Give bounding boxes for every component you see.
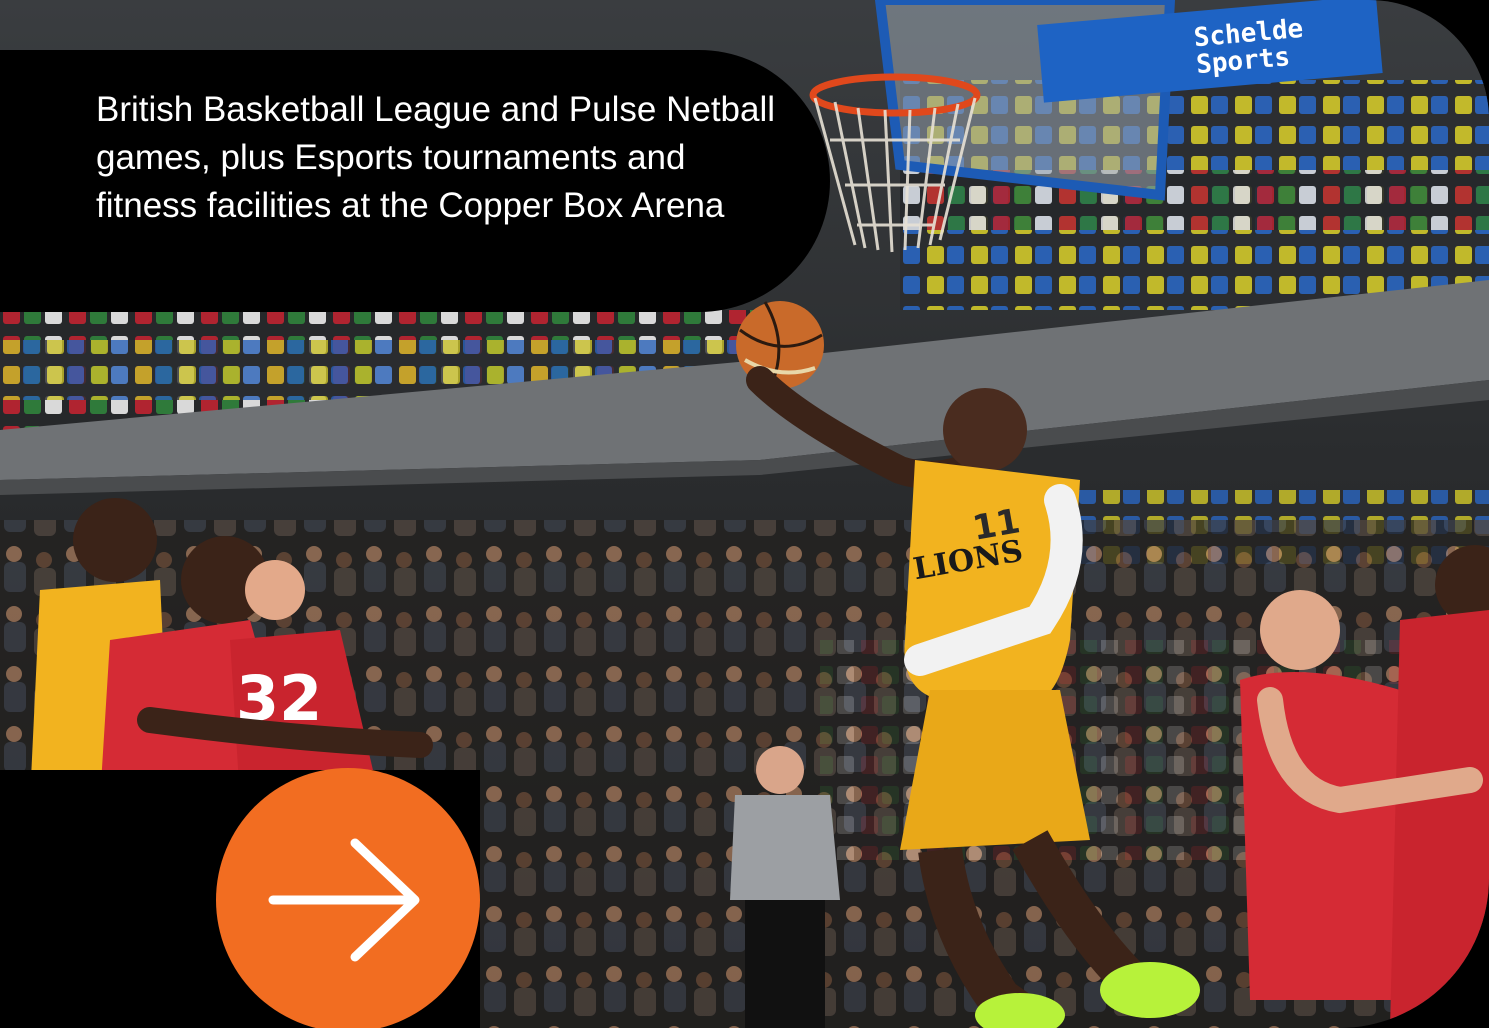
- next-arrow-button[interactable]: [216, 768, 480, 1028]
- promo-card: Schelde Sports 11 LIONS 32 British Baske…: [0, 0, 1489, 1028]
- arrow-right-icon: [263, 835, 433, 965]
- caption-text: British Basketball League and Pulse Netb…: [96, 90, 776, 225]
